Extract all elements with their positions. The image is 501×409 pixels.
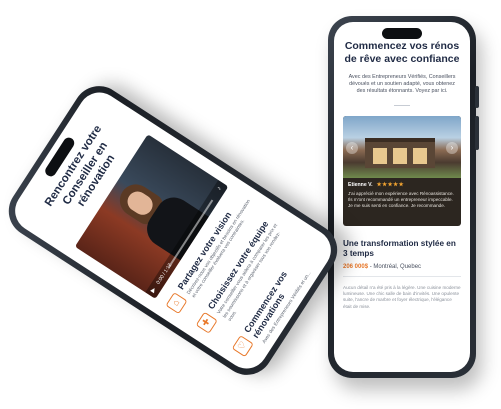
project-title: Une transformation stylée en 3 temps: [343, 238, 456, 258]
dynamic-island: [382, 28, 422, 39]
chevron-right-icon[interactable]: ›: [446, 141, 458, 154]
project-price-line: 206 000$ - Montréal, Quebec: [343, 264, 461, 270]
play-icon[interactable]: ▶: [149, 286, 158, 294]
testimonial-quote: J'ai apprécié mon expérience avec Rénoas…: [348, 190, 454, 208]
hero-description: Avec des Entrepreneurs Vérifiés, Conseil…: [348, 74, 456, 95]
phone-side-button: [475, 116, 479, 150]
heart-house-icon: ♡: [231, 334, 254, 357]
house-document-icon: ⌂: [165, 291, 188, 314]
divider: [343, 275, 461, 277]
phone-mockup-right: Commencez vos rénos de rêve avec confian…: [328, 16, 479, 378]
testimonial-carousel[interactable]: ‹ › Etienne V. ★★★★★ J'ai apprécié mon ex…: [343, 115, 461, 226]
rating-stars: ★★★★★: [376, 181, 405, 188]
chevron-left-icon[interactable]: ‹: [346, 141, 358, 154]
phone-screen-right: Commencez vos rénos de rêve avec confian…: [334, 22, 470, 372]
project-price: 206 000$: [343, 263, 369, 270]
house-illustration: [365, 137, 435, 168]
project-location: - Montréal, Quebec: [368, 263, 422, 270]
volume-icon[interactable]: ♪: [216, 186, 223, 192]
phone-screen-left: Rencontrez votre Conseiller en rénovatio…: [7, 84, 339, 377]
hero-title: Commencez vos rénos de rêve avec confian…: [344, 40, 460, 65]
phone-mockup-left: Rencontrez votre Conseiller en rénovatio…: [0, 76, 348, 385]
project-description: Aucun détail n'a été pris à la légère. U…: [343, 284, 461, 309]
phone-side-button: [475, 86, 479, 108]
puzzle-icon: ✚: [195, 311, 218, 334]
reviewer-line: Etienne V. ★★★★★: [348, 182, 404, 188]
reviewer-name: Etienne V.: [348, 181, 373, 188]
divider: [394, 104, 410, 106]
